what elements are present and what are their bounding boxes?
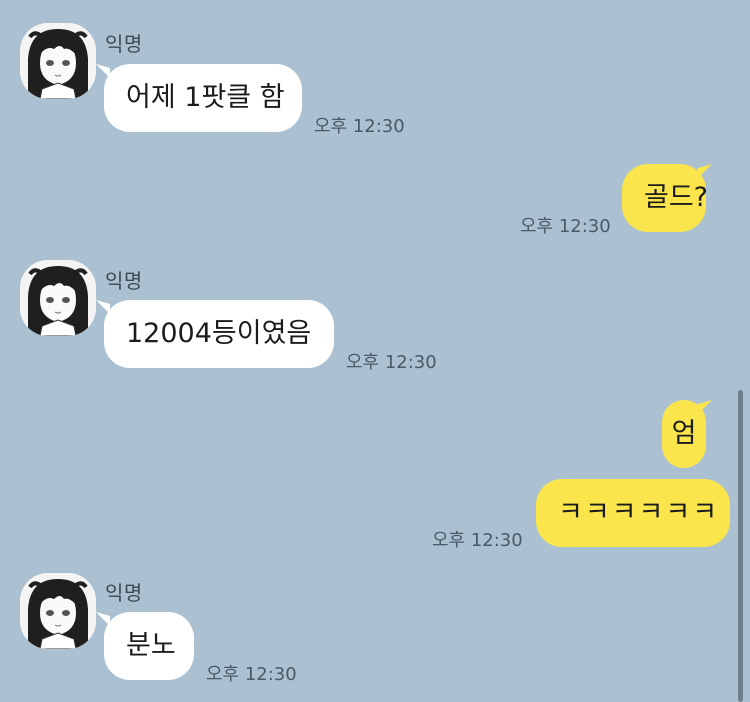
avatar[interactable] [20, 260, 96, 336]
message-bubble[interactable]: ㅋㅋㅋㅋㅋㅋ [536, 479, 730, 547]
sender-name: 익명 [105, 269, 143, 293]
chat-message-list[interactable]: 익명 어제 1팟클 함 오후 12:30 골드? 오후 12:30 익명 120… [0, 0, 750, 702]
message-bubble[interactable]: 엄 [662, 400, 706, 468]
sender-name: 익명 [105, 32, 143, 56]
message-bubble[interactable]: 골드? [622, 164, 708, 232]
avatar[interactable] [20, 573, 96, 649]
scrollbar[interactable] [738, 390, 743, 702]
avatar[interactable] [20, 23, 96, 99]
message-bubble[interactable]: 12004등이였음 [104, 300, 334, 368]
message-time: 오후 12:30 [314, 116, 405, 137]
message-bubble[interactable]: 어제 1팟클 함 [104, 64, 302, 132]
message-bubble[interactable]: 분노 [104, 612, 194, 680]
message-time: 오후 12:30 [346, 352, 437, 373]
message-time: 오후 12:30 [432, 530, 523, 551]
anime-girl-avatar-icon [20, 23, 96, 99]
message-time: 오후 12:30 [520, 216, 611, 237]
sender-name: 익명 [105, 581, 143, 605]
anime-girl-avatar-icon [20, 573, 96, 649]
anime-girl-avatar-icon [20, 260, 96, 336]
message-time: 오후 12:30 [206, 664, 297, 685]
